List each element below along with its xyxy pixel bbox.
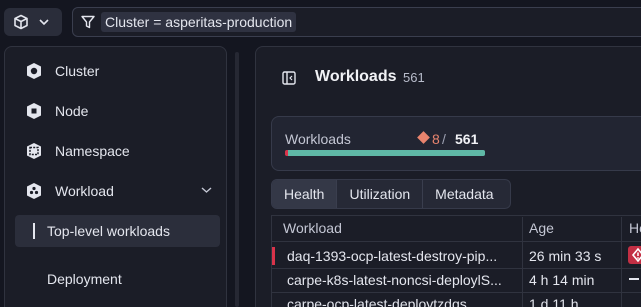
table-cell-workload[interactable]: daq-1393-ocp-latest-destroy-pip... xyxy=(287,248,517,264)
table-cell-age: 1 d 11 h xyxy=(529,296,579,307)
workload-icon xyxy=(27,183,41,199)
sidebar-item-cluster[interactable]: Cluster xyxy=(5,55,226,87)
column-divider[interactable] xyxy=(522,217,523,307)
summary-separator: / xyxy=(442,131,446,147)
sidebar-resize-handle[interactable] xyxy=(235,52,239,307)
critical-diamond-icon xyxy=(631,247,641,263)
sidebar-item-label: Cluster xyxy=(55,63,100,79)
sidebar-toggle-icon[interactable] xyxy=(282,71,296,85)
chevron-down-icon xyxy=(39,19,49,26)
sidebar-item-node[interactable]: Node xyxy=(5,95,226,127)
row-divider xyxy=(272,268,641,269)
row-divider xyxy=(272,292,641,293)
sidebar-item-namespace[interactable]: Namespace xyxy=(5,135,226,167)
table-cell-age: 26 min 33 s xyxy=(529,248,602,264)
table-cell-age: 4 h 14 min xyxy=(529,272,595,288)
table-cell-workload[interactable]: carpe-k8s-latest-noncsi-deploylS... xyxy=(287,272,517,288)
sidebar-item-label: Workload xyxy=(55,183,114,199)
tab-health[interactable]: Health xyxy=(272,180,338,208)
node-icon xyxy=(27,103,41,119)
chevron-down-icon[interactable] xyxy=(201,186,212,194)
status-critical-badge[interactable] xyxy=(628,246,641,264)
sidebar-item-label: Namespace xyxy=(55,143,130,159)
column-header-age[interactable]: Age xyxy=(529,215,554,241)
namespace-icon xyxy=(27,143,41,159)
top-bar: Cluster = asperitas-production xyxy=(0,0,641,44)
header-divider xyxy=(272,241,641,242)
health-progress-bar xyxy=(285,150,485,156)
sidebar-subitem-label: Deployment xyxy=(47,271,122,287)
filter-bar[interactable]: Cluster = asperitas-production xyxy=(72,7,641,37)
column-header-health[interactable]: He xyxy=(629,215,641,241)
cube-icon xyxy=(14,14,28,30)
summary-total-count: 561 xyxy=(455,131,479,147)
filter-chip[interactable]: Cluster = asperitas-production xyxy=(101,12,297,32)
summary-label: Workloads xyxy=(285,131,351,147)
cluster-icon xyxy=(27,63,41,79)
row-critical-marker xyxy=(272,247,275,265)
table-cell-workload[interactable]: carpe-ocp-latest-deploytzdqs... xyxy=(287,296,517,307)
sidebar-subitem-top-level-workloads[interactable]: Top-level workloads xyxy=(15,215,220,247)
view-tabs: Health Utilization Metadata xyxy=(271,179,511,209)
sidebar-item-workload[interactable]: Workload xyxy=(5,175,226,207)
sidebar-item-label: Node xyxy=(55,103,89,119)
progress-healthy-fill xyxy=(288,150,485,156)
summary-issue-count: 8 xyxy=(432,131,440,147)
app-switcher-button[interactable] xyxy=(4,8,62,36)
page-title-count: 561 xyxy=(403,70,425,85)
column-header-workload[interactable]: Workload xyxy=(283,215,342,241)
sidebar-subitem-label: Top-level workloads xyxy=(47,223,170,239)
filter-icon xyxy=(81,15,95,29)
sidebar: Cluster Node Namespace Workload Top-leve… xyxy=(4,46,227,307)
tab-utilization[interactable]: Utilization xyxy=(337,180,424,208)
tab-metadata[interactable]: Metadata xyxy=(423,180,505,208)
active-indicator xyxy=(33,223,35,239)
sidebar-subitem-deployment[interactable]: Deployment xyxy=(15,263,220,295)
page-title: Workloads xyxy=(315,68,397,85)
status-none-dash xyxy=(629,278,639,280)
column-divider[interactable] xyxy=(621,217,622,307)
